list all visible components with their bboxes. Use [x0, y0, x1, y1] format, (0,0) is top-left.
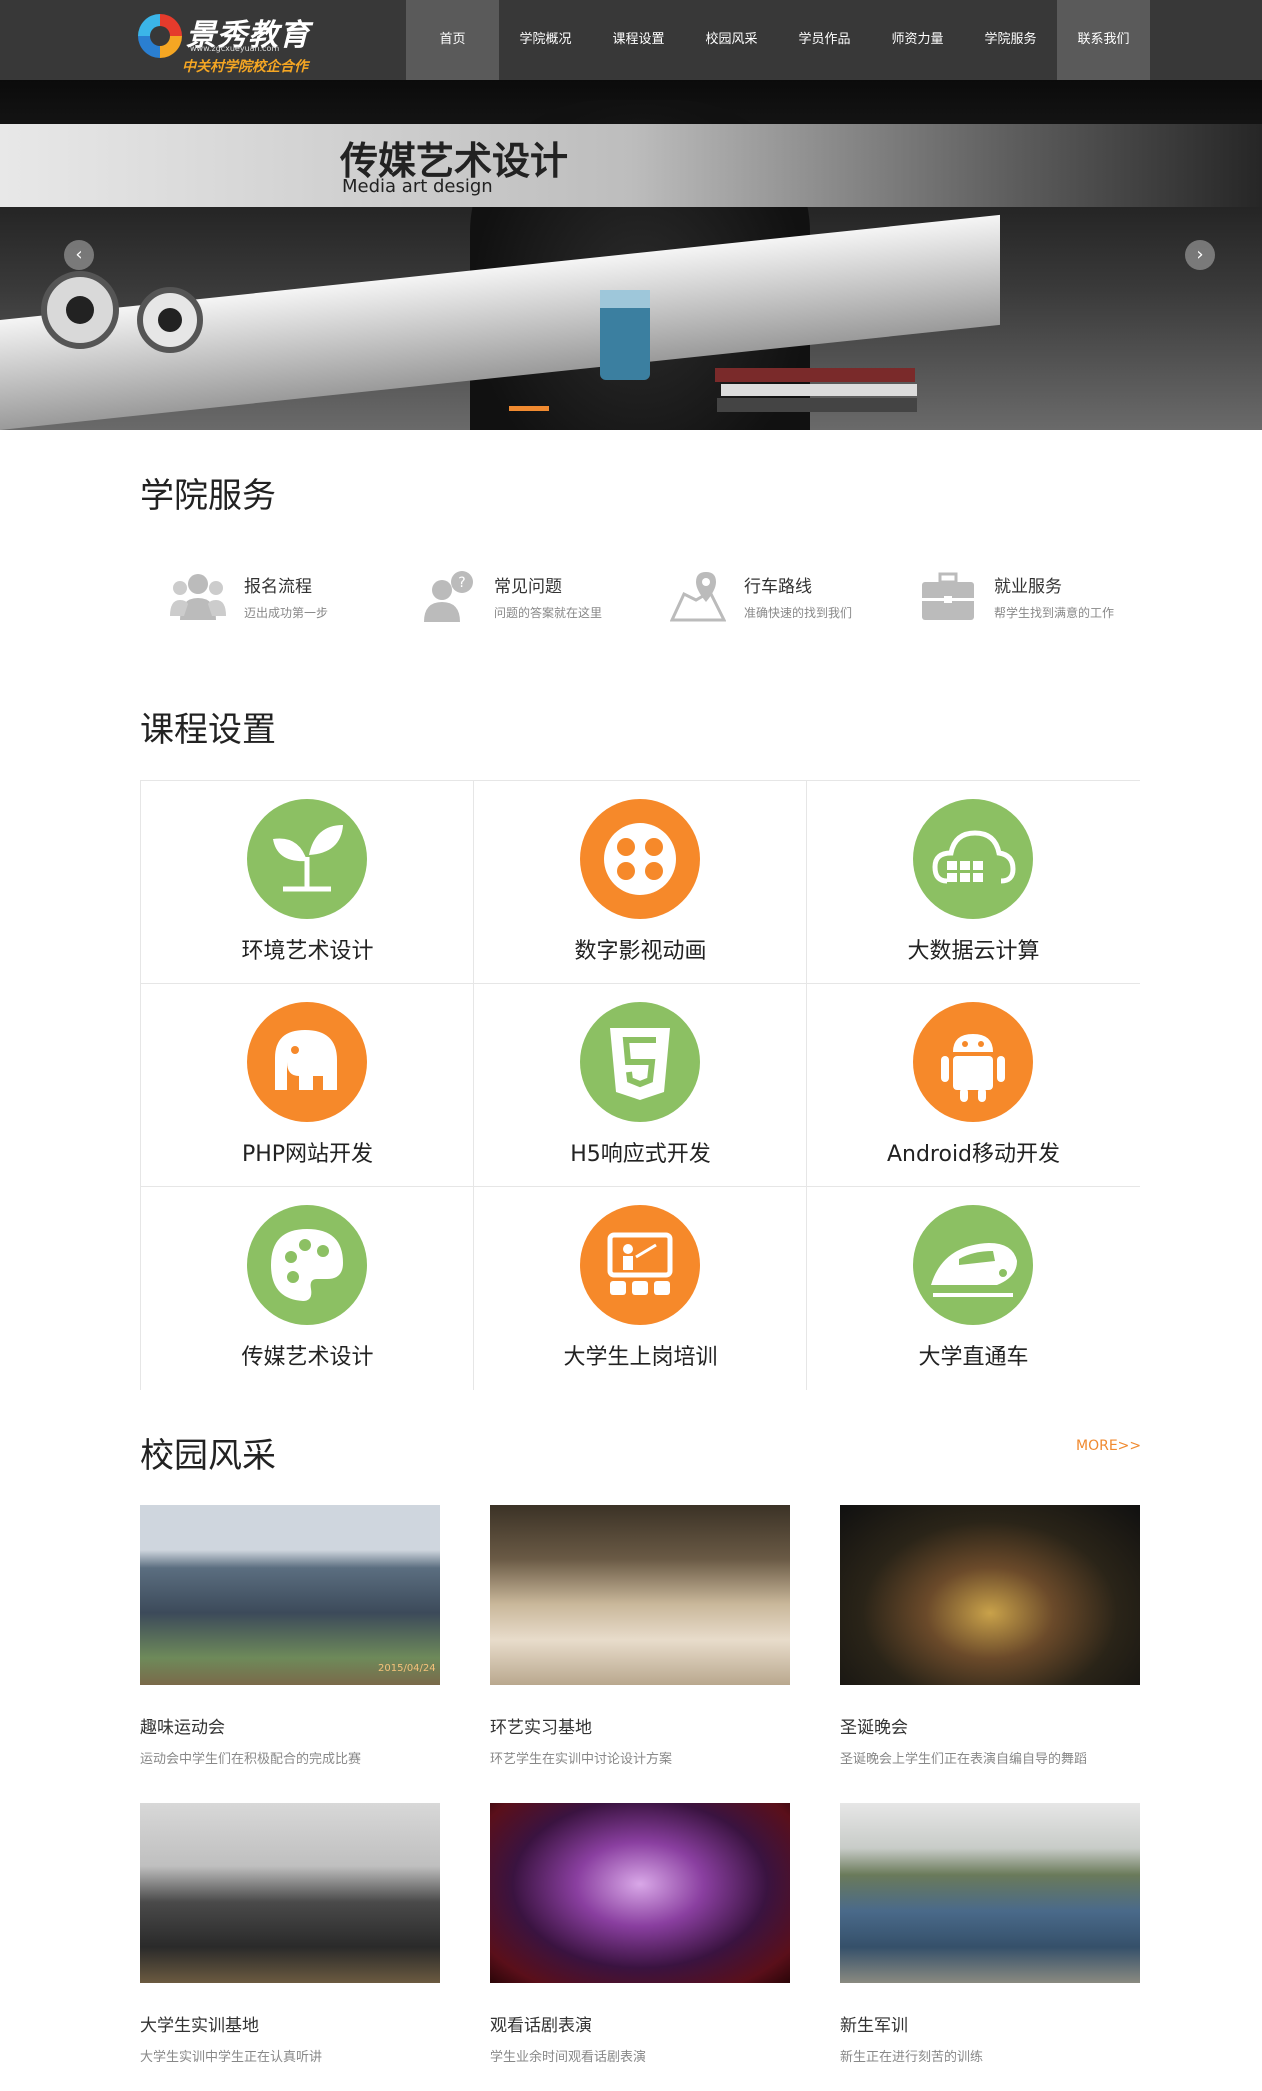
service-desc: 迈出成功第一步: [244, 606, 329, 620]
service-title: 报名流程: [244, 577, 312, 597]
service-title: 常见问题: [494, 577, 562, 597]
courses-section-title: 课程设置: [140, 710, 276, 750]
nav-item-about[interactable]: 学院概况: [499, 0, 592, 80]
campus-section-title: 校园风采: [140, 1436, 276, 1476]
classroom-icon: [580, 1205, 700, 1325]
sports-photo: 2015/04/24: [140, 1505, 440, 1685]
course-grid: 环境艺术设计 数字影视动画 大数据云计算 PHP网站开发 H5响应式开发 And…: [140, 780, 1140, 1390]
nav-item-teachers[interactable]: 师资力量: [871, 0, 964, 80]
hero-banner: 传媒艺术设计 Media art design ‹ ›: [0, 80, 1262, 430]
android-icon: [913, 1002, 1033, 1122]
banner-subtitle: Media art design: [342, 176, 493, 197]
banner-cup-image: [600, 290, 650, 380]
svg-text:?: ?: [458, 575, 465, 591]
service-desc: 帮学生找到满意的工作: [994, 606, 1115, 620]
top-header: 景秀教育 www.zgcxueyuan.com 中关村学院校企合作 首页 学院概…: [0, 0, 1262, 80]
service-item-faq[interactable]: ? 常见问题 问题的答案就在这里: [390, 568, 620, 628]
course-label: Android移动开发: [886, 1142, 1061, 1167]
banner-prev-button[interactable]: ‹: [64, 240, 94, 270]
course-card[interactable]: 数字影视动画: [474, 781, 807, 984]
users-icon: [170, 574, 226, 620]
course-label: PHP网站开发: [241, 1142, 374, 1167]
site-logo[interactable]: 景秀教育 www.zgcxueyuan.com 中关村学院校企合作: [138, 6, 318, 75]
course-card[interactable]: 传媒艺术设计: [141, 1187, 474, 1390]
course-label: 大学生上岗培训: [563, 1345, 718, 1370]
map-pin-icon: [670, 572, 726, 622]
banner-title-band: 传媒艺术设计 Media art design: [0, 124, 1262, 207]
banner-lens-image: [41, 271, 203, 353]
html5-icon: [580, 1002, 700, 1122]
nav-item-campus[interactable]: 校园风采: [685, 0, 778, 80]
course-label: 环境艺术设计: [241, 939, 374, 964]
military-training-photo: [840, 1803, 1140, 1983]
course-label: 数字影视动画: [574, 939, 707, 964]
banner-next-button[interactable]: ›: [1185, 240, 1215, 270]
logo-ring-icon: [138, 14, 182, 58]
campus-card-title: 观看话剧表演: [490, 2016, 592, 2036]
course-card[interactable]: Android移动开发: [807, 984, 1140, 1187]
sprout-icon: [247, 799, 367, 919]
campus-card-desc: 环艺学生在实训中讨论设计方案: [490, 1752, 673, 1767]
banner-pagination-dot[interactable]: [509, 406, 549, 411]
service-item-route[interactable]: 行车路线 准确快速的找到我们: [640, 568, 870, 628]
campus-card[interactable]: 大学生实训基地 大学生实训中学生正在认真听讲: [140, 1803, 440, 2065]
design-practice-photo: [490, 1505, 790, 1685]
course-card[interactable]: 大数据云计算: [807, 781, 1140, 984]
banner-books-image: [715, 368, 917, 412]
photo-date-stamp: 2015/04/24: [378, 1663, 436, 1674]
service-desc: 准确快速的找到我们: [744, 606, 853, 620]
film-reel-icon: [580, 799, 700, 919]
nav-item-works[interactable]: 学员作品: [778, 0, 871, 80]
main-nav: 首页 学院概况 课程设置 校园风采 学员作品 师资力量 学院服务 联系我们: [406, 0, 1150, 80]
campus-card-desc: 大学生实训中学生正在认真听讲: [140, 2050, 323, 2065]
campus-card-desc: 学生业余时间观看话剧表演: [490, 2050, 647, 2065]
campus-card-title: 环艺实习基地: [490, 1718, 592, 1738]
campus-card[interactable]: 环艺实习基地 环艺学生在实训中讨论设计方案: [490, 1505, 790, 1767]
course-card[interactable]: 大学生上岗培训: [474, 1187, 807, 1390]
train-icon: [913, 1205, 1033, 1325]
logo-url-text: www.zgcxueyuan.com: [190, 44, 280, 53]
service-title: 行车路线: [744, 577, 812, 597]
campus-card-title: 新生军训: [840, 2016, 908, 2036]
course-label: 传媒艺术设计: [241, 1345, 374, 1370]
course-card[interactable]: 大学直通车: [807, 1187, 1140, 1390]
campus-card-desc: 圣诞晚会上学生们正在表演自编自导的舞蹈: [840, 1752, 1088, 1767]
campus-card[interactable]: 圣诞晚会 圣诞晚会上学生们正在表演自编自导的舞蹈: [840, 1505, 1140, 1767]
elephant-icon: [247, 1002, 367, 1122]
service-title: 就业服务: [994, 577, 1062, 597]
nav-item-courses[interactable]: 课程设置: [592, 0, 685, 80]
course-label: 大数据云计算: [907, 939, 1040, 964]
course-card[interactable]: PHP网站开发: [141, 984, 474, 1187]
service-desc: 问题的答案就在这里: [494, 606, 603, 620]
campus-card-title: 大学生实训基地: [140, 2016, 259, 2036]
services-section-title: 学院服务: [140, 476, 276, 516]
training-base-photo: [140, 1803, 440, 1983]
course-card[interactable]: 环境艺术设计: [141, 781, 474, 984]
campus-card-title: 趣味运动会: [140, 1718, 225, 1738]
briefcase-icon: [922, 572, 974, 620]
service-item-employment[interactable]: 就业服务 帮学生找到满意的工作: [890, 568, 1120, 628]
christmas-party-photo: [840, 1505, 1140, 1685]
course-card[interactable]: H5响应式开发: [474, 984, 807, 1187]
campus-more-link[interactable]: MORE>>: [1076, 1438, 1141, 1454]
course-label: H5响应式开发: [570, 1142, 711, 1167]
campus-card-desc: 运动会中学生们在积极配合的完成比赛: [140, 1752, 362, 1767]
campus-card-title: 圣诞晚会: [840, 1718, 908, 1738]
nav-item-services[interactable]: 学院服务: [964, 0, 1057, 80]
campus-card[interactable]: 观看话剧表演 学生业余时间观看话剧表演: [490, 1803, 790, 2065]
drama-show-photo: [490, 1803, 790, 1983]
campus-card-desc: 新生正在进行刻苦的训练: [840, 2050, 984, 2065]
palette-icon: [247, 1205, 367, 1325]
question-user-icon: ?: [424, 571, 473, 622]
nav-item-contact[interactable]: 联系我们: [1057, 0, 1150, 80]
campus-card[interactable]: 新生军训 新生正在进行刻苦的训练: [840, 1803, 1140, 2065]
course-label: 大学直通车: [918, 1345, 1029, 1370]
logo-sub-text: 中关村学院校企合作: [182, 59, 308, 75]
cloud-icon: [913, 799, 1033, 919]
service-item-registration[interactable]: 报名流程 迈出成功第一步: [140, 568, 370, 628]
campus-card[interactable]: 2015/04/24 趣味运动会 运动会中学生们在积极配合的完成比赛: [140, 1505, 440, 1767]
nav-item-home[interactable]: 首页: [406, 0, 499, 80]
